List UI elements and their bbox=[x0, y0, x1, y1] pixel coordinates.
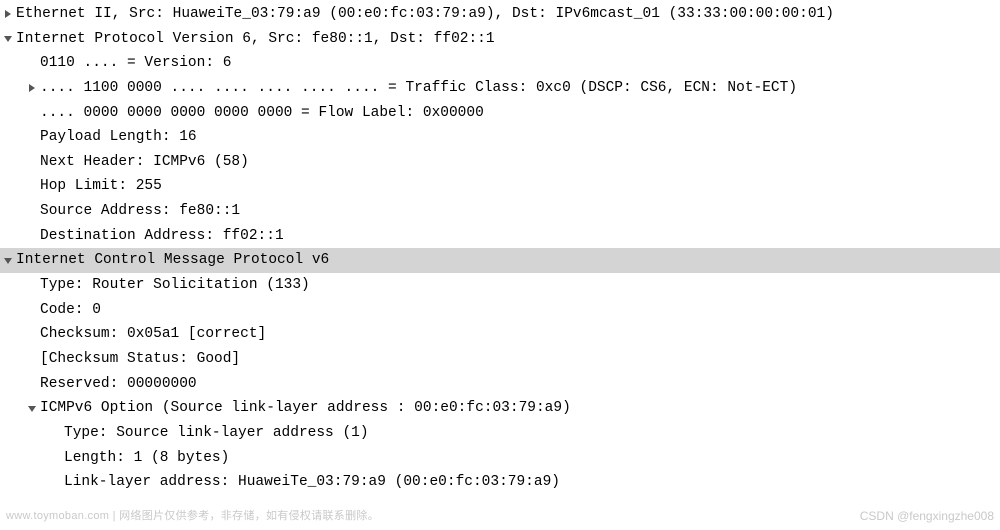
tree-row-text: Length: 1 (8 bytes) bbox=[64, 446, 233, 471]
tree-row-text: .... 1100 0000 .... .... .... .... .... … bbox=[40, 76, 801, 101]
tree-row[interactable]: Internet Protocol Version 6, Src: fe80::… bbox=[0, 27, 1000, 52]
tree-row-text: Reserved: 00000000 bbox=[40, 372, 201, 397]
tree-row[interactable]: .... 1100 0000 .... .... .... .... .... … bbox=[0, 76, 1000, 101]
tree-row[interactable]: Ethernet II, Src: HuaweiTe_03:79:a9 (00:… bbox=[0, 2, 1000, 27]
tree-row-text: Payload Length: 16 bbox=[40, 125, 201, 150]
tree-row[interactable]: Type: Router Solicitation (133) bbox=[0, 273, 1000, 298]
tree-row[interactable]: Internet Control Message Protocol v6 bbox=[0, 248, 1000, 273]
chevron-down-icon[interactable] bbox=[24, 404, 40, 414]
tree-row[interactable]: Next Header: ICMPv6 (58) bbox=[0, 150, 1000, 175]
tree-row-text: Checksum: 0x05a1 [correct] bbox=[40, 322, 270, 347]
tree-row-text: Internet Protocol Version 6, Src: fe80::… bbox=[16, 27, 499, 52]
tree-row-text: Hop Limit: 255 bbox=[40, 174, 166, 199]
tree-row-text: Internet Control Message Protocol v6 bbox=[16, 248, 333, 273]
chevron-down-icon[interactable] bbox=[0, 256, 16, 266]
tree-row-text: Destination Address: ff02::1 bbox=[40, 224, 288, 249]
tree-row[interactable]: Code: 0 bbox=[0, 298, 1000, 323]
tree-row-text: [Checksum Status: Good] bbox=[40, 347, 244, 372]
tree-row-text: ICMPv6 Option (Source link-layer address… bbox=[40, 396, 575, 421]
tree-row-text: Link-layer address: HuaweiTe_03:79:a9 (0… bbox=[64, 470, 564, 495]
tree-row-text: Source Address: fe80::1 bbox=[40, 199, 244, 224]
packet-details-tree[interactable]: Ethernet II, Src: HuaweiTe_03:79:a9 (00:… bbox=[0, 0, 1000, 497]
tree-row[interactable]: .... 0000 0000 0000 0000 0000 = Flow Lab… bbox=[0, 101, 1000, 126]
tree-row-text: 0110 .... = Version: 6 bbox=[40, 51, 235, 76]
tree-row[interactable]: Payload Length: 16 bbox=[0, 125, 1000, 150]
tree-row-text: Next Header: ICMPv6 (58) bbox=[40, 150, 253, 175]
tree-row[interactable]: Hop Limit: 255 bbox=[0, 174, 1000, 199]
chevron-right-icon[interactable] bbox=[24, 83, 40, 93]
tree-row[interactable]: [Checksum Status: Good] bbox=[0, 347, 1000, 372]
chevron-down-icon[interactable] bbox=[0, 34, 16, 44]
tree-row-text: Ethernet II, Src: HuaweiTe_03:79:a9 (00:… bbox=[16, 2, 838, 27]
watermark-left: www.toymoban.com | 网络图片仅供参考，非存储，如有侵权请联系删… bbox=[6, 507, 379, 526]
tree-row[interactable]: Checksum: 0x05a1 [correct] bbox=[0, 322, 1000, 347]
tree-row[interactable]: 0110 .... = Version: 6 bbox=[0, 51, 1000, 76]
tree-row-text: Code: 0 bbox=[40, 298, 105, 323]
tree-row[interactable]: Type: Source link-layer address (1) bbox=[0, 421, 1000, 446]
watermark-right: CSDN @fengxingzhe008 bbox=[860, 506, 994, 526]
tree-row[interactable]: Source Address: fe80::1 bbox=[0, 199, 1000, 224]
tree-row[interactable]: ICMPv6 Option (Source link-layer address… bbox=[0, 396, 1000, 421]
tree-row[interactable]: Destination Address: ff02::1 bbox=[0, 224, 1000, 249]
tree-row-text: .... 0000 0000 0000 0000 0000 = Flow Lab… bbox=[40, 101, 488, 126]
tree-row[interactable]: Reserved: 00000000 bbox=[0, 372, 1000, 397]
tree-row[interactable]: Length: 1 (8 bytes) bbox=[0, 446, 1000, 471]
tree-row-text: Type: Router Solicitation (133) bbox=[40, 273, 314, 298]
chevron-right-icon[interactable] bbox=[0, 9, 16, 19]
tree-row[interactable]: Link-layer address: HuaweiTe_03:79:a9 (0… bbox=[0, 470, 1000, 495]
tree-row-text: Type: Source link-layer address (1) bbox=[64, 421, 373, 446]
